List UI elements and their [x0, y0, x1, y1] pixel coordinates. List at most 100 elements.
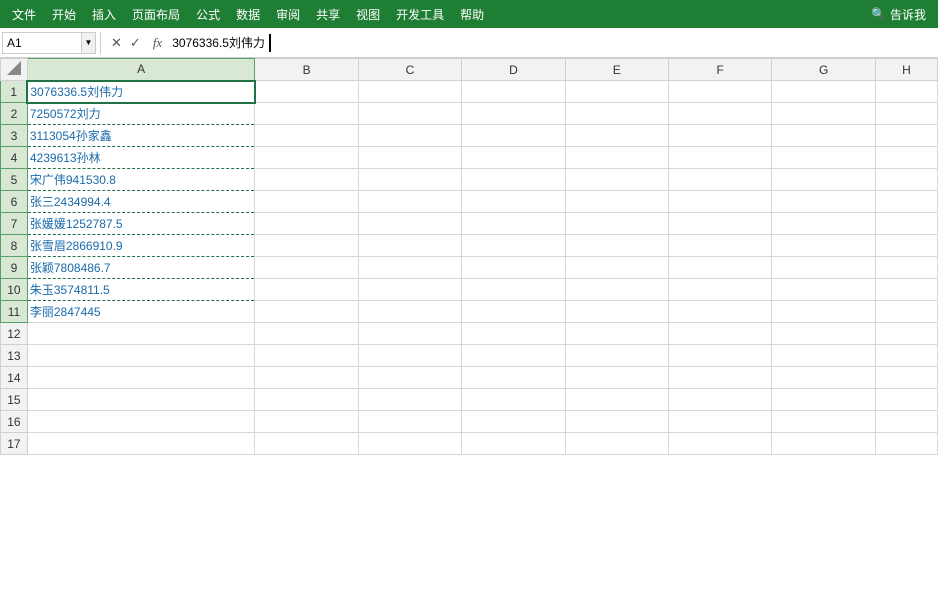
cell-d10[interactable] — [462, 279, 565, 301]
cell-g3[interactable] — [772, 125, 875, 147]
row-number-10[interactable]: 10 — [1, 279, 28, 301]
cell-h9[interactable] — [875, 257, 937, 279]
cell-c10[interactable] — [358, 279, 461, 301]
cell-h13[interactable] — [875, 345, 937, 367]
cell-c12[interactable] — [358, 323, 461, 345]
cell-c17[interactable] — [358, 433, 461, 455]
cell-b13[interactable] — [255, 345, 358, 367]
col-header-b[interactable]: B — [255, 59, 358, 81]
cell-c13[interactable] — [358, 345, 461, 367]
cell-a8[interactable]: 张雪眉2866910.9 — [27, 235, 255, 257]
cell-f8[interactable] — [669, 235, 772, 257]
row-number-12[interactable]: 12 — [1, 323, 28, 345]
cell-h15[interactable] — [875, 389, 937, 411]
cell-c1[interactable] — [358, 81, 461, 103]
cell-a4[interactable]: 4239613孙林 — [27, 147, 255, 169]
cell-g8[interactable] — [772, 235, 875, 257]
cell-d8[interactable] — [462, 235, 565, 257]
menu-data[interactable]: 数据 — [228, 2, 268, 27]
cell-f2[interactable] — [669, 103, 772, 125]
cell-a1[interactable]: 3076336.5刘伟力 — [27, 81, 255, 103]
cell-e2[interactable] — [565, 103, 668, 125]
cell-b14[interactable] — [255, 367, 358, 389]
cell-e7[interactable] — [565, 213, 668, 235]
cell-h2[interactable] — [875, 103, 937, 125]
cell-c11[interactable] — [358, 301, 461, 323]
cell-h4[interactable] — [875, 147, 937, 169]
cell-f13[interactable] — [669, 345, 772, 367]
cell-e8[interactable] — [565, 235, 668, 257]
cell-f15[interactable] — [669, 389, 772, 411]
col-header-d[interactable]: D — [462, 59, 565, 81]
cell-b11[interactable] — [255, 301, 358, 323]
cell-g17[interactable] — [772, 433, 875, 455]
cell-e4[interactable] — [565, 147, 668, 169]
cell-f17[interactable] — [669, 433, 772, 455]
cell-g2[interactable] — [772, 103, 875, 125]
cell-g13[interactable] — [772, 345, 875, 367]
menu-help[interactable]: 帮助 — [452, 2, 492, 27]
cell-e14[interactable] — [565, 367, 668, 389]
cell-d17[interactable] — [462, 433, 565, 455]
menu-insert[interactable]: 插入 — [84, 2, 124, 27]
cell-g1[interactable] — [772, 81, 875, 103]
cell-f6[interactable] — [669, 191, 772, 213]
cell-f3[interactable] — [669, 125, 772, 147]
cell-a11[interactable]: 李丽2847445 — [27, 301, 255, 323]
cell-h6[interactable] — [875, 191, 937, 213]
row-number-13[interactable]: 13 — [1, 345, 28, 367]
cell-h5[interactable] — [875, 169, 937, 191]
cell-d12[interactable] — [462, 323, 565, 345]
cell-b3[interactable] — [255, 125, 358, 147]
menu-page-layout[interactable]: 页面布局 — [124, 2, 188, 27]
row-number-9[interactable]: 9 — [1, 257, 28, 279]
cell-reference-box[interactable]: A1 — [2, 32, 82, 54]
cell-f11[interactable] — [669, 301, 772, 323]
cell-h17[interactable] — [875, 433, 937, 455]
row-number-5[interactable]: 5 — [1, 169, 28, 191]
menu-file[interactable]: 文件 — [4, 2, 44, 27]
cell-b7[interactable] — [255, 213, 358, 235]
cell-d13[interactable] — [462, 345, 565, 367]
cell-c14[interactable] — [358, 367, 461, 389]
cell-e12[interactable] — [565, 323, 668, 345]
cell-d7[interactable] — [462, 213, 565, 235]
cell-h16[interactable] — [875, 411, 937, 433]
cell-g4[interactable] — [772, 147, 875, 169]
cell-c6[interactable] — [358, 191, 461, 213]
cell-e3[interactable] — [565, 125, 668, 147]
row-number-11[interactable]: 11 — [1, 301, 28, 323]
row-number-15[interactable]: 15 — [1, 389, 28, 411]
cell-b15[interactable] — [255, 389, 358, 411]
cell-d11[interactable] — [462, 301, 565, 323]
cell-b4[interactable] — [255, 147, 358, 169]
cell-a9[interactable]: 张颖7808486.7 — [27, 257, 255, 279]
cell-d14[interactable] — [462, 367, 565, 389]
cell-h14[interactable] — [875, 367, 937, 389]
cell-c5[interactable] — [358, 169, 461, 191]
cell-g15[interactable] — [772, 389, 875, 411]
menu-home[interactable]: 开始 — [44, 2, 84, 27]
cell-a6[interactable]: 张三2434994.4 — [27, 191, 255, 213]
cell-e1[interactable] — [565, 81, 668, 103]
col-header-a[interactable]: A — [27, 59, 255, 81]
cell-b6[interactable] — [255, 191, 358, 213]
cell-f12[interactable] — [669, 323, 772, 345]
row-number-1[interactable]: 1 — [1, 81, 28, 103]
menu-share[interactable]: 共享 — [308, 2, 348, 27]
cell-e9[interactable] — [565, 257, 668, 279]
cell-f7[interactable] — [669, 213, 772, 235]
row-number-7[interactable]: 7 — [1, 213, 28, 235]
col-header-c[interactable]: C — [358, 59, 461, 81]
col-header-g[interactable]: G — [772, 59, 875, 81]
cell-g14[interactable] — [772, 367, 875, 389]
cell-c16[interactable] — [358, 411, 461, 433]
cell-g16[interactable] — [772, 411, 875, 433]
cell-a16[interactable] — [27, 411, 255, 433]
cell-h3[interactable] — [875, 125, 937, 147]
cell-b8[interactable] — [255, 235, 358, 257]
cell-c4[interactable] — [358, 147, 461, 169]
col-header-e[interactable]: E — [565, 59, 668, 81]
row-number-4[interactable]: 4 — [1, 147, 28, 169]
row-number-14[interactable]: 14 — [1, 367, 28, 389]
